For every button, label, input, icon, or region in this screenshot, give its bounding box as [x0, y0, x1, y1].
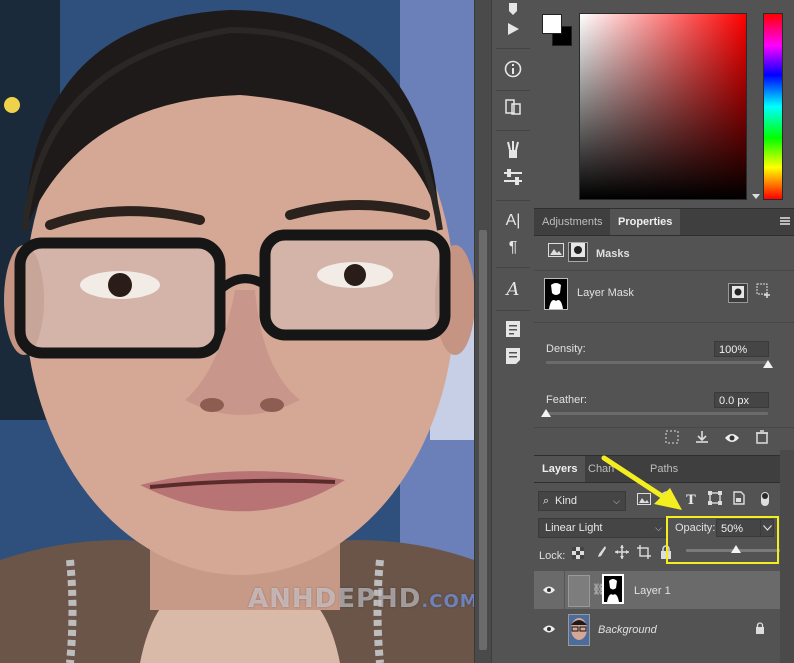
notes-icon[interactable] [501, 320, 525, 344]
color-saturation-field[interactable] [579, 13, 747, 200]
mask-name: Layer Mask [577, 287, 634, 299]
annotation-arrow-icon [601, 455, 682, 510]
masks-section-title: Masks [596, 248, 630, 260]
adjust-sliders-icon[interactable] [501, 168, 525, 192]
filter-shape-icon[interactable] [705, 491, 725, 511]
add-vector-mask-icon[interactable] [754, 283, 774, 303]
play-icon[interactable] [501, 19, 525, 43]
lock-artboard-icon[interactable] [634, 545, 654, 565]
panel-menu-icon[interactable] [780, 217, 790, 225]
document-canvas[interactable]: ANHDEPHD.COM [0, 0, 474, 663]
foreground-color-swatch[interactable] [542, 14, 562, 34]
canvas-vertical-scrollbar[interactable] [474, 0, 491, 663]
lock-position-icon[interactable] [612, 545, 632, 565]
watermark: ANHDEPHD.COM [248, 584, 474, 614]
density-slider-thumb[interactable] [763, 360, 773, 368]
feather-slider[interactable] [546, 412, 768, 415]
properties-tabbar: Adjustments Properties [534, 208, 794, 236]
paragraph-icon[interactable]: ¶ [501, 236, 525, 260]
density-field[interactable]: 100% [714, 341, 769, 357]
density-slider[interactable] [546, 361, 768, 364]
visibility-eye-icon[interactable] [722, 430, 742, 450]
glyph-icon[interactable]: A [501, 278, 525, 302]
layer-name: Layer 1 [634, 585, 671, 597]
layer-name: Background [598, 624, 657, 636]
notes-list-icon[interactable] [501, 347, 525, 371]
feather-label: Feather: [546, 394, 587, 406]
visibility-eye-icon[interactable] [542, 624, 556, 634]
panel-icon-strip: A| ¶ A [491, 0, 535, 663]
layer-mask-icon[interactable] [568, 242, 588, 262]
search-icon: ⌕ [543, 495, 550, 507]
layer-row-layer-1[interactable]: ⛓ Layer 1 [534, 571, 784, 609]
color-picker-marker [752, 194, 760, 199]
select-mask-icon[interactable] [728, 283, 748, 303]
layer-mask-thumbnail[interactable] [602, 574, 624, 604]
character-icon[interactable]: A| [501, 209, 525, 233]
density-label: Density: [546, 343, 586, 355]
lock-icon [755, 622, 765, 637]
mobile-devices-icon[interactable] [501, 98, 525, 122]
feather-slider-thumb[interactable] [541, 409, 551, 417]
visibility-eye-icon[interactable] [542, 585, 556, 595]
hue-slider[interactable] [763, 13, 783, 200]
portrait-photo [0, 0, 474, 663]
lock-label: Lock: [539, 550, 566, 562]
brush-tip-icon[interactable] [501, 140, 525, 164]
layer-thumbnail [568, 575, 590, 607]
pixel-mask-icon[interactable] [546, 243, 566, 263]
layer-row-background[interactable]: Background [534, 610, 784, 648]
tab-properties[interactable]: Properties [610, 209, 681, 235]
background-layer-thumbnail [568, 614, 590, 646]
filter-smart-object-icon[interactable] [729, 491, 749, 511]
mask-thumbnail [544, 278, 568, 310]
filter-toggle-icon[interactable] [755, 489, 775, 509]
scroll-thumb[interactable] [479, 230, 487, 650]
feather-field[interactable]: 0.0 px [714, 392, 769, 408]
load-selection-icon[interactable] [662, 430, 682, 450]
lock-transparent-pixels-icon[interactable] [568, 545, 588, 565]
tab-layers[interactable]: Layers [534, 456, 586, 482]
opacity-highlight-box [666, 516, 779, 564]
delete-mask-icon[interactable] [752, 430, 772, 450]
apply-mask-icon[interactable] [692, 430, 712, 450]
lock-image-pixels-icon[interactable] [590, 545, 610, 565]
layers-scrollbar[interactable] [780, 450, 794, 663]
tab-adjustments[interactable]: Adjustments [534, 209, 611, 235]
info-icon[interactable] [501, 60, 525, 84]
